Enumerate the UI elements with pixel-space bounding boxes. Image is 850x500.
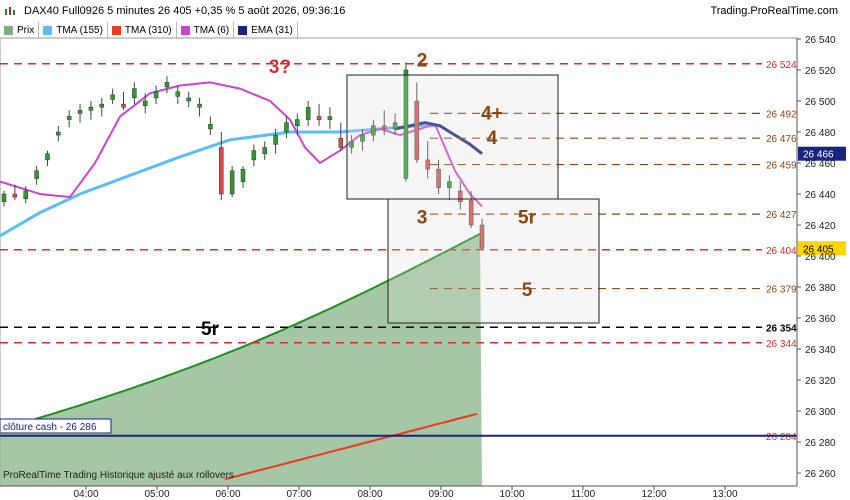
y-tick-label: 26 320 <box>805 376 836 387</box>
chart-svg[interactable]: 26 524 26 492 26 476 26 459 26 427 26 404 26 3… <box>0 0 850 500</box>
candle <box>316 116 322 120</box>
candle <box>34 170 39 179</box>
x-tick-label: 12:00 <box>641 489 666 500</box>
candle <box>229 170 235 195</box>
wave-annotation: 2 <box>417 51 428 72</box>
candle <box>110 94 115 100</box>
y-tick-label: 26 520 <box>805 66 836 77</box>
level-label: 26 404 <box>766 246 797 257</box>
candle <box>305 106 311 120</box>
chart-window: DAX40 Full0926 5 minutes 26 405 +0,35 % … <box>0 0 850 500</box>
y-tick-label: 26 340 <box>805 345 836 356</box>
wave-annotation: 5 <box>522 280 533 301</box>
candle <box>66 116 72 120</box>
candle <box>23 190 28 199</box>
x-tick-label: 06:00 <box>215 489 240 500</box>
candle <box>56 131 61 136</box>
candle <box>197 103 202 108</box>
zone-box-upper <box>346 74 559 200</box>
y-tick-label: 26 420 <box>805 221 836 232</box>
candle <box>12 193 18 198</box>
wave-annotation: 5r <box>201 319 220 340</box>
candle <box>219 147 224 195</box>
y-tick-label: 26 380 <box>805 283 836 294</box>
level-label: 26 427 <box>766 210 797 221</box>
cash-close-label: clôture cash - 26 286 <box>3 422 97 433</box>
x-tick-label: 11:00 <box>571 489 596 500</box>
candle <box>208 124 213 130</box>
y-tick-label: 26 440 <box>805 190 836 201</box>
y-tick-label: 26 480 <box>805 128 836 139</box>
candle <box>153 91 159 99</box>
candle <box>175 91 181 97</box>
y-tick-label: 26 400 <box>805 252 836 263</box>
candle <box>327 116 333 120</box>
x-tick-label: 07:00 <box>286 489 311 500</box>
y-tick-label: 26 260 <box>805 469 836 480</box>
candle <box>251 150 257 161</box>
level-label: 26 524 <box>766 60 797 71</box>
candle <box>240 168 246 182</box>
level-label: 26 354 <box>766 323 797 334</box>
candle <box>132 88 137 99</box>
candle <box>1 193 7 202</box>
candle <box>186 97 191 102</box>
wave-annotation: 3 <box>417 207 428 228</box>
candle <box>273 134 278 145</box>
candle <box>121 103 126 108</box>
y-tick-label: 26 300 <box>805 407 836 418</box>
level-label: 26 476 <box>766 134 797 145</box>
candle <box>262 147 267 154</box>
wave-annotation: 4 <box>487 128 498 149</box>
cash-close-tag: clôture cash - 26 286 <box>0 418 112 434</box>
candle <box>164 82 170 88</box>
wave-annotation: 3? <box>269 57 291 78</box>
candle <box>142 100 148 106</box>
y-tick-label: 26 540 <box>805 35 836 46</box>
candle <box>99 103 105 108</box>
footer-note: ProRealTime Trading Historique ajusté au… <box>3 470 234 481</box>
level-label: 26 379 <box>766 285 797 296</box>
candle <box>77 110 83 114</box>
y-tick-label: 26 360 <box>805 314 836 325</box>
x-tick-label: 10:00 <box>499 489 524 500</box>
level-label: 26 284 <box>766 432 797 443</box>
candle <box>338 137 344 148</box>
x-tick-label: 05:00 <box>144 489 169 500</box>
y-tick-label: 26 280 <box>805 438 836 449</box>
level-label: 26 459 <box>766 161 797 172</box>
x-tick-label: 13:00 <box>712 489 737 500</box>
candle <box>284 122 289 133</box>
candle <box>45 153 50 161</box>
x-tick-label: 09:00 <box>428 489 453 500</box>
level-label: 26 492 <box>766 109 797 120</box>
y-tick-label: 26 500 <box>805 97 836 108</box>
x-tick-label: 08:00 <box>357 489 382 500</box>
candle <box>88 106 94 111</box>
x-tick-label: 04:00 <box>73 489 98 500</box>
candle <box>295 119 300 127</box>
wave-annotation: 4+ <box>481 103 503 124</box>
level-label: 26 344 <box>766 339 797 350</box>
wave-annotation: 5r <box>518 207 537 228</box>
y-tick-label: 26 460 <box>805 159 836 170</box>
